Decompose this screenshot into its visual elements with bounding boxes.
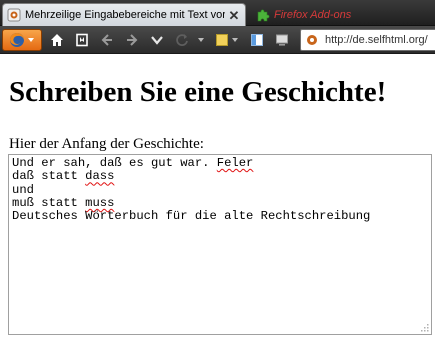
tab-title: Firefox Add-ons: [274, 8, 352, 21]
puzzle-piece-icon: [256, 8, 270, 22]
textarea-line: und: [12, 182, 428, 197]
home-icon: [51, 34, 63, 46]
misspelled-word: dass: [85, 169, 115, 184]
tab-title: Mehrzeilige Eingabebereiche mit Text vor…: [25, 9, 225, 21]
firefox-logo-icon: [10, 33, 24, 47]
textarea-line: Deutsches Wörterbuch für die alte Rechts…: [12, 210, 428, 223]
chevron-down-icon: [151, 36, 163, 45]
site-identity-icon[interactable]: [305, 33, 319, 47]
misspelled-word: muss: [85, 195, 115, 210]
textarea-label: Hier der Anfang der Geschichte:: [9, 136, 204, 152]
address-bar[interactable]: http://de.selfhtml.org/: [300, 29, 435, 51]
sidebar-button[interactable]: [247, 30, 267, 50]
textarea-text: muß statt: [12, 195, 86, 210]
history-dropdown-button[interactable]: [147, 30, 167, 50]
textarea-line: muß statt muss: [12, 195, 428, 210]
forward-button[interactable]: [122, 30, 142, 50]
close-tab-icon[interactable]: ✕: [227, 8, 241, 22]
navigation-toolbar: http://de.selfhtml.org/: [0, 26, 435, 54]
chevron-down-icon: [28, 38, 34, 42]
sticky-note-icon: [216, 34, 228, 46]
reload-dropdown-button[interactable]: [196, 30, 206, 50]
reload-icon: [176, 34, 188, 46]
chevron-down-icon: [232, 38, 238, 42]
url-text: http://de.selfhtml.org/: [325, 34, 428, 46]
textarea-line: Und er sah, daß es gut war. Feler: [12, 156, 428, 170]
notes-dropdown-button[interactable]: [230, 30, 240, 50]
textarea-text: und: [12, 182, 34, 197]
firefox-menu-button[interactable]: [2, 29, 42, 51]
bookmark-icon: [76, 33, 88, 47]
reload-button[interactable]: [172, 30, 192, 50]
notes-button[interactable]: [212, 30, 232, 50]
resize-grip-icon[interactable]: [419, 322, 429, 332]
home-button[interactable]: [47, 30, 67, 50]
downloads-button[interactable]: [272, 30, 292, 50]
bookmarks-button[interactable]: [72, 30, 92, 50]
tab-selfhtml[interactable]: Mehrzeilige Eingabebereiche mit Text vor…: [2, 3, 246, 26]
tab-strip: Mehrzeilige Eingabebereiche mit Text vor…: [0, 0, 435, 26]
page-title: Schreiben Sie eine Geschichte!: [9, 76, 387, 108]
textarea-text: daß statt: [12, 169, 86, 184]
tab-firefox-addons[interactable]: Firefox Add-ons: [250, 3, 435, 26]
textarea-text: Deutsches Wörterbuch für die alte Rechts…: [12, 209, 371, 224]
arrow-right-icon: [127, 34, 138, 46]
textarea-line: daß statt dass: [12, 170, 428, 183]
monitor-icon: [276, 34, 288, 46]
selfhtml-favicon-icon: [7, 8, 21, 22]
chevron-down-icon: [198, 38, 204, 42]
story-textarea[interactable]: Und er sah, daß es gut war. Feler daß sta…: [8, 154, 432, 335]
misspelled-word: Feler: [216, 156, 254, 170]
back-button[interactable]: [97, 30, 117, 50]
arrow-left-icon: [101, 34, 112, 46]
textarea-text: Und er sah, daß es gut war.: [12, 156, 217, 170]
sidebar-icon: [251, 34, 263, 46]
